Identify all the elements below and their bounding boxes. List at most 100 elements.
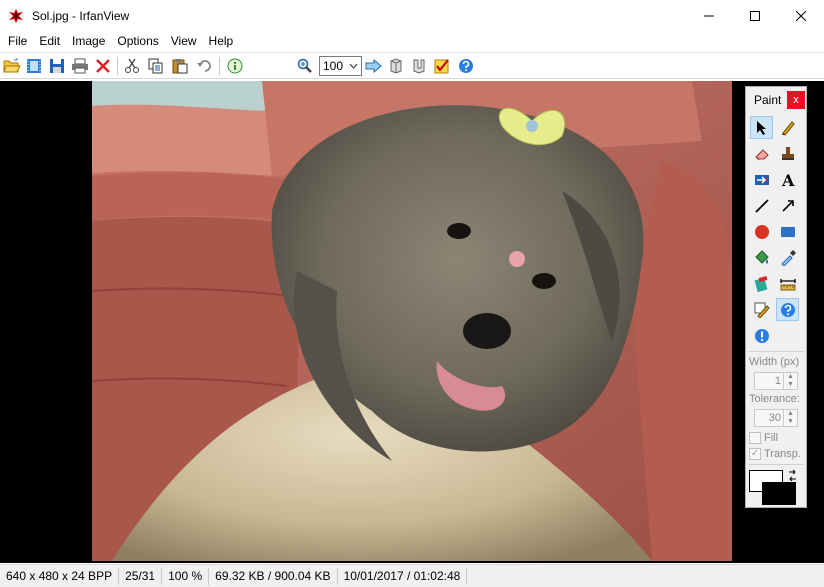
- copy-icon: [148, 58, 163, 74]
- undo-arrow-icon: [197, 60, 211, 72]
- paint-help-tool[interactable]: [776, 298, 799, 321]
- spinner-arrows-icon[interactable]: ▲ ▼: [783, 373, 797, 389]
- cut-button[interactable]: [122, 56, 142, 76]
- transp-label: Transp.: [764, 448, 801, 460]
- circle-tool[interactable]: [750, 220, 773, 243]
- minimize-icon: [704, 15, 714, 16]
- maximize-icon: [750, 10, 760, 21]
- help-button[interactable]: [456, 56, 476, 76]
- thumbnails-button[interactable]: [24, 56, 44, 76]
- scissors-icon: [125, 58, 139, 73]
- pencil-tool[interactable]: [776, 116, 799, 139]
- fill-bucket-tool[interactable]: [750, 246, 773, 269]
- clone-stamp-tool[interactable]: [776, 142, 799, 165]
- transp-checkbox[interactable]: ✓: [749, 448, 761, 460]
- zoom-in-button[interactable]: [295, 56, 315, 76]
- arrow-cursor-icon: [756, 120, 766, 135]
- color-selector[interactable]: [749, 470, 799, 506]
- line-tool[interactable]: [750, 194, 773, 217]
- close-button[interactable]: [778, 0, 824, 31]
- text-tool[interactable]: A: [776, 168, 799, 191]
- zoom-in-icon: [297, 58, 312, 73]
- text-a-icon: A: [781, 172, 795, 188]
- toolbar-separator: [117, 57, 118, 75]
- paste-clipboard-icon: [172, 59, 188, 74]
- rectangle-tool[interactable]: [776, 220, 799, 243]
- swap-colors-icon[interactable]: [787, 470, 798, 481]
- delete-button[interactable]: [93, 56, 113, 76]
- image-canvas[interactable]: [92, 81, 732, 561]
- status-zoom: 100 %: [162, 567, 210, 585]
- color-picker-tool[interactable]: [776, 246, 799, 269]
- magic-wand-tool[interactable]: [750, 272, 773, 295]
- undo-button[interactable]: [194, 56, 214, 76]
- move-selection-tool[interactable]: [750, 168, 773, 191]
- zoom-dropdown[interactable]: 100: [319, 56, 362, 76]
- pencil-icon: [781, 120, 795, 136]
- chevron-down-icon: [349, 63, 358, 69]
- menu-bar: File Edit Image Options View Help: [0, 31, 824, 51]
- help-question-icon: [780, 302, 795, 317]
- pen-edit-icon: [754, 302, 770, 318]
- width-spinner[interactable]: 1 ▲ ▼: [754, 372, 798, 390]
- eraser-tool[interactable]: [750, 142, 773, 165]
- image-viewport[interactable]: Paint x A Width (px) 1 ▲ ▼ Tolerance: 30…: [0, 81, 824, 563]
- diagonal-arrow-icon: [781, 199, 794, 212]
- menu-file[interactable]: File: [2, 31, 33, 51]
- width-label: Width (px): [749, 356, 800, 368]
- menu-help[interactable]: Help: [203, 31, 240, 51]
- arrow-right-icon: [365, 58, 382, 74]
- status-bar: 640 x 480 x 24 BPP 25/31 100 % 69.32 KB …: [0, 564, 824, 587]
- paint-panel-title: Paint: [754, 93, 782, 107]
- next-image-button[interactable]: [409, 56, 429, 76]
- toolbar-separator: [219, 57, 220, 75]
- info-button[interactable]: [225, 56, 245, 76]
- status-datetime: 10/01/2017 / 01:02:48: [338, 567, 468, 585]
- circle-icon: [754, 224, 769, 239]
- next-page-icon: [413, 59, 425, 74]
- save-disk-icon: [50, 59, 64, 73]
- menu-image[interactable]: Image: [66, 31, 111, 51]
- paint-panel: Paint x A Width (px) 1 ▲ ▼ Tolerance: 30…: [745, 86, 807, 508]
- arrow-tool[interactable]: [776, 194, 799, 217]
- gradient-icon: [754, 275, 767, 292]
- svg-text:A: A: [781, 172, 795, 188]
- print-button[interactable]: [70, 56, 90, 76]
- save-button[interactable]: [47, 56, 67, 76]
- primary-color-swatch[interactable]: [762, 482, 796, 505]
- previous-image-button[interactable]: [386, 56, 406, 76]
- tolerance-label: Tolerance:: [749, 393, 800, 405]
- tolerance-spinner[interactable]: 30 ▲ ▼: [754, 409, 798, 427]
- status-position: 25/31: [119, 567, 163, 585]
- maximize-button[interactable]: [732, 0, 778, 31]
- copy-button[interactable]: [146, 56, 166, 76]
- selection-tool[interactable]: [750, 116, 773, 139]
- paint-close-button[interactable]: x: [787, 91, 805, 109]
- eraser-icon: [754, 148, 769, 160]
- toolbar: 100: [0, 52, 824, 79]
- exclamation-icon: [754, 328, 769, 343]
- eyedropper-icon: [780, 249, 796, 266]
- menu-options[interactable]: Options: [111, 31, 164, 51]
- draw-edit-tool[interactable]: [750, 298, 773, 321]
- paste-button[interactable]: [170, 56, 190, 76]
- info-icon: [227, 58, 243, 74]
- spinner-arrows-icon[interactable]: ▲ ▼: [783, 410, 797, 426]
- open-button[interactable]: [2, 56, 22, 76]
- panel-divider: [749, 351, 804, 352]
- minimize-button[interactable]: [686, 0, 732, 31]
- measure-tool[interactable]: [776, 272, 799, 295]
- paint-dialog-button[interactable]: [432, 56, 452, 76]
- tolerance-value: 30: [768, 412, 781, 424]
- menu-view[interactable]: View: [165, 31, 203, 51]
- paint-info-tool[interactable]: [750, 324, 773, 347]
- fill-checkbox[interactable]: [749, 432, 761, 444]
- fit-to-window-button[interactable]: [364, 56, 384, 76]
- status-dimensions: 640 x 480 x 24 BPP: [0, 567, 120, 585]
- previous-page-icon: [390, 58, 402, 74]
- menu-edit[interactable]: Edit: [33, 31, 66, 51]
- help-question-icon: [459, 59, 473, 73]
- dog-photo: [92, 81, 732, 561]
- fill-label: Fill: [764, 432, 779, 444]
- window-title: Sol.jpg - IrfanView: [32, 8, 130, 23]
